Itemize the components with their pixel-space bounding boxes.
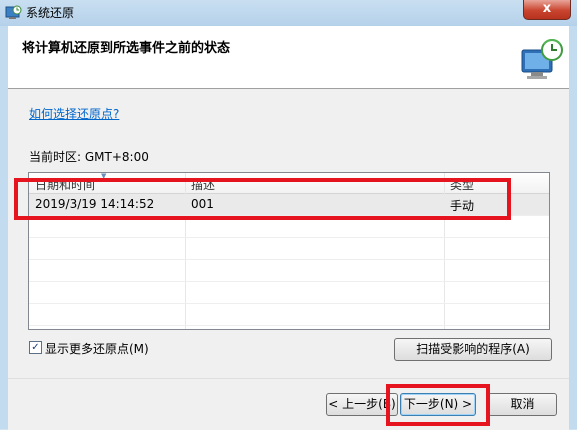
close-button[interactable]: x <box>523 0 571 20</box>
system-restore-app-icon <box>5 5 22 19</box>
restore-points-table[interactable]: 日期和时间 ▼ 描述 类型 2019/3/19 14:14:52 001 手动 <box>28 172 550 330</box>
close-icon: x <box>542 1 552 16</box>
column-header-type[interactable]: 类型 <box>450 176 474 193</box>
empty-row <box>29 304 549 326</box>
checkmark-icon[interactable]: ✓ <box>29 341 42 354</box>
system-restore-monitor-icon <box>521 39 563 79</box>
table-header: 日期和时间 ▼ 描述 类型 <box>29 173 549 194</box>
window-frame-right <box>569 26 577 429</box>
empty-row <box>29 282 549 304</box>
column-header-date[interactable]: 日期和时间 <box>35 176 95 193</box>
scan-affected-programs-button[interactable]: 扫描受影响的程序(A) <box>394 338 552 361</box>
next-button[interactable]: 下一步(N) > <box>400 393 476 416</box>
window-frame-left <box>0 26 8 429</box>
empty-row <box>29 216 549 238</box>
cell-description: 001 <box>191 197 214 211</box>
dialog-client-area: 将计算机还原到所选事件之前的状态 如何选择还原点? 当前时区: GMT+8:00… <box>8 26 569 430</box>
dialog-footer: < 上一步(B) 下一步(N) > 取消 <box>8 378 569 430</box>
cancel-button[interactable]: 取消 <box>488 393 557 416</box>
dialog-header: 将计算机还原到所选事件之前的状态 <box>8 26 569 89</box>
timezone-label: 当前时区: GMT+8:00 <box>29 150 149 164</box>
help-link-choose-restore-point[interactable]: 如何选择还原点? <box>29 105 119 122</box>
empty-row <box>29 260 549 282</box>
show-more-label: 显示更多还原点(M) <box>45 342 149 356</box>
table-row[interactable]: 2019/3/19 14:14:52 001 手动 <box>29 194 549 216</box>
empty-row <box>29 238 549 260</box>
cell-date: 2019/3/19 14:14:52 <box>35 197 155 211</box>
window-title: 系统还原 <box>26 6 75 20</box>
sort-arrow-icon: ▼ <box>101 172 107 180</box>
column-header-description[interactable]: 描述 <box>191 176 215 193</box>
title-bar: 系统还原 x <box>0 0 577 26</box>
header-title: 将计算机还原到所选事件之前的状态 <box>22 41 231 56</box>
back-button[interactable]: < 上一步(B) <box>326 393 398 416</box>
cell-type: 手动 <box>450 199 475 213</box>
